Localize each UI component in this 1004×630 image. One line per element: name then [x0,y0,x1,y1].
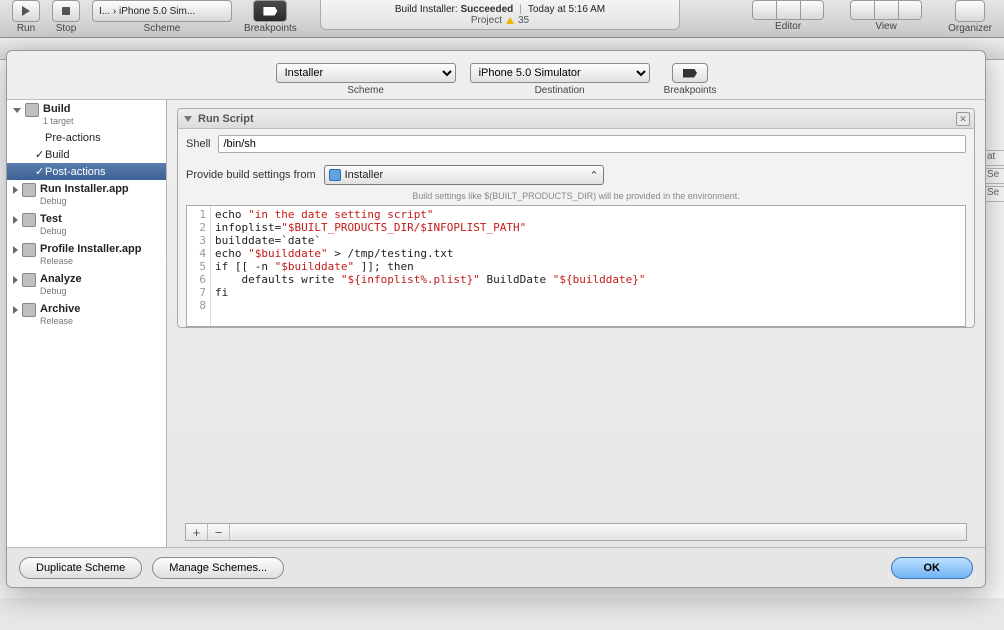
peek-panel: at Se Se [984,150,1004,204]
target-icon [329,169,341,181]
organizer-button[interactable] [955,0,985,22]
duplicate-scheme-button[interactable]: Duplicate Scheme [19,557,142,579]
provide-label: Provide build settings from [186,169,316,181]
provide-hint: Build settings like $(BUILT_PRODUCTS_DIR… [178,191,974,205]
run-label: Run [17,23,35,34]
provide-settings-select[interactable]: Installer ⌃ [324,165,604,185]
panel-title: Run Script [198,113,254,125]
sheet-breakpoints-toggle[interactable] [672,63,708,83]
standard-editor-button[interactable] [752,0,776,20]
line-gutter: 1 2 3 4 5 6 7 8 [187,206,211,326]
play-icon [22,6,30,16]
gear-icon [25,103,39,117]
scheme-sidebar: Build1 target Pre-actions ✓Build ✓Post-a… [7,100,167,547]
version-editor-button[interactable] [800,0,824,20]
sidebar-item-profile[interactable]: Profile Installer.appRelease [7,240,166,270]
scheme-label: Scheme [144,23,181,34]
view-debug-button[interactable] [874,0,898,20]
manage-schemes-button[interactable]: Manage Schemes... [152,557,284,579]
panel-close-button[interactable]: ✕ [956,112,970,126]
disclosure-icon [13,216,18,224]
warning-icon [506,17,514,24]
ok-button[interactable]: OK [891,557,974,579]
scheme-selector[interactable]: I... › iPhone 5.0 Sim... [92,0,232,22]
activity-status: Build Installer: Succeeded|Today at 5:16… [320,0,680,30]
sidebar-item-analyze[interactable]: AnalyzeDebug [7,270,166,300]
sidebar-item-run[interactable]: Run Installer.appDebug [7,180,166,210]
status-time: Today at 5:16 AM [528,4,605,15]
status-result: Succeeded [460,4,513,15]
archive-icon [22,303,36,317]
stop-icon [62,7,70,15]
view-util-button[interactable] [898,0,922,20]
sheet-footer: Duplicate Scheme Manage Schemes... OK [7,547,985,587]
disclosure-icon [13,246,18,254]
view-segmented[interactable] [850,0,922,20]
script-code[interactable]: echo "in the date setting script"infopli… [211,206,965,326]
warning-count: 35 [518,15,529,26]
sheet-destination-select[interactable]: iPhone 5.0 Simulator [470,63,650,83]
run-button[interactable] [12,0,40,22]
run-script-panel: Run Script ✕ Shell Provide build setting… [177,108,975,328]
disclosure-icon [184,116,192,122]
script-editor[interactable]: 1 2 3 4 5 6 7 8 echo "in the date settin… [186,205,966,327]
disclosure-icon [13,108,21,113]
assistant-editor-button[interactable] [776,0,800,20]
breakpoints-toggle[interactable] [253,0,287,22]
test-icon [22,213,36,227]
remove-action-button[interactable]: − [208,524,230,540]
sidebar-item-test[interactable]: TestDebug [7,210,166,240]
shell-label: Shell [186,138,210,150]
disclosure-icon [13,306,18,314]
action-add-remove-bar: + − [185,523,967,541]
stop-button[interactable] [52,0,80,22]
breakpoint-icon [263,7,277,16]
sidebar-item-build-step[interactable]: ✓Build [7,146,166,163]
sheet-header: Installer Scheme iPhone 5.0 Simulator De… [7,51,985,99]
view-nav-button[interactable] [850,0,874,20]
sidebar-item-post-actions[interactable]: ✓Post-actions [7,163,166,180]
disclosure-icon [13,276,18,284]
sidebar-item-pre-actions[interactable]: Pre-actions [7,130,166,146]
sheet-main: Run Script ✕ Shell Provide build setting… [167,100,985,547]
breakpoint-icon [683,69,697,78]
profile-icon [22,243,36,257]
analyze-icon [22,273,36,287]
app-icon [22,183,36,197]
sidebar-item-build[interactable]: Build1 target [7,100,166,130]
add-action-button[interactable]: + [186,524,208,540]
editor-mode-segmented[interactable] [752,0,824,20]
disclosure-icon [13,186,18,194]
breakpoints-label: Breakpoints [244,23,297,34]
sheet-scheme-select[interactable]: Installer [276,63,456,83]
stop-label: Stop [56,23,77,34]
scheme-editor-sheet: Installer Scheme iPhone 5.0 Simulator De… [6,50,986,588]
shell-input[interactable] [218,135,966,153]
main-toolbar: Run Stop I... › iPhone 5.0 Sim... Scheme… [0,0,1004,38]
panel-titlebar: Run Script ✕ [178,109,974,129]
sidebar-item-archive[interactable]: ArchiveRelease [7,300,166,330]
